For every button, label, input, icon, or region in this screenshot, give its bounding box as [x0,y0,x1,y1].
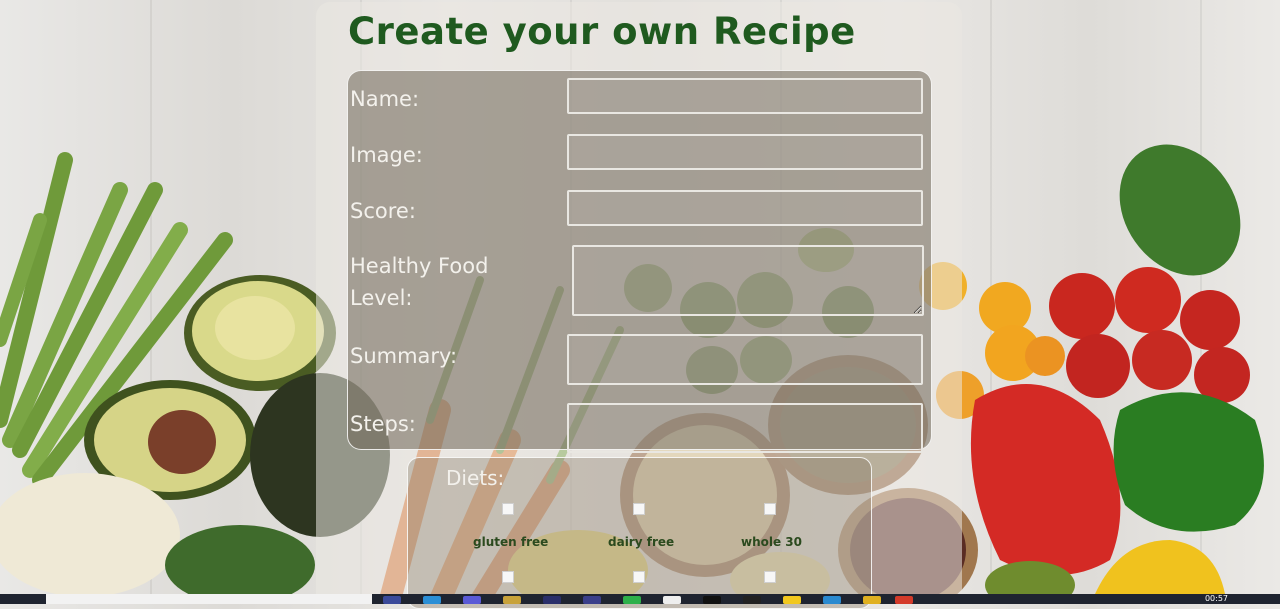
broccoli [165,525,315,594]
taskbar-app-icon[interactable] [543,596,561,604]
taskbar-app-icon[interactable] [783,596,801,604]
green-bell-pepper [1113,392,1264,532]
diet-checkbox-row2-2[interactable] [633,571,645,583]
taskbar-app-icon[interactable] [743,596,761,604]
score-label: Score: [350,199,416,223]
taskbar-app-icon[interactable] [503,596,521,604]
taskbar-app-icon[interactable] [663,596,681,604]
whole-30-label: whole 30 [741,535,803,549]
taskbar-clock[interactable]: 00:57 [1205,594,1228,604]
name-input[interactable] [567,78,923,114]
basil-leaf [1119,144,1241,276]
yellow-bell-pepper [1095,540,1225,594]
healthy-food-level-label-line2: Level: [350,286,413,310]
red-bell-pepper [970,384,1121,575]
taskbar-app-icon[interactable] [383,596,401,604]
score-input[interactable] [567,190,923,226]
summary-label: Summary: [350,344,458,368]
dairy-free-checkbox[interactable] [633,503,645,515]
name-label: Name: [350,87,420,111]
taskbar-app-icon[interactable] [423,596,441,604]
taskbar-app-icon[interactable] [895,596,913,604]
page-title: Create your own Recipe [348,10,856,53]
diets-title: Diets: [446,466,505,490]
taskbar-app-icon[interactable] [823,596,841,604]
taskbar-search-box[interactable] [46,594,372,604]
gluten-free-checkbox[interactable] [502,503,514,515]
diet-checkbox-row2-3[interactable] [764,571,776,583]
whole-30-checkbox[interactable] [764,503,776,515]
gluten-free-label: gluten free [473,535,549,549]
taskbar-app-icon[interactable] [703,596,721,604]
diet-checkbox-row2-1[interactable] [502,571,514,583]
taskbar-app-icon[interactable] [463,596,481,604]
summary-input[interactable] [567,334,923,385]
healthy-food-level-input[interactable] [572,245,924,316]
healthy-food-level-label: Healthy Food Level: [350,250,488,314]
healthy-food-level-label-line1: Healthy Food [350,254,489,278]
taskbar-app-icon[interactable] [863,596,881,604]
steps-input[interactable] [567,403,923,453]
image-input[interactable] [567,134,923,170]
taskbar-app-icon[interactable] [623,596,641,604]
image-label: Image: [350,143,423,167]
steps-label: Steps: [350,412,416,436]
cherry-tomatoes [1049,267,1250,403]
taskbar-app-icon[interactable] [583,596,601,604]
dairy-free-label: dairy free [608,535,675,549]
